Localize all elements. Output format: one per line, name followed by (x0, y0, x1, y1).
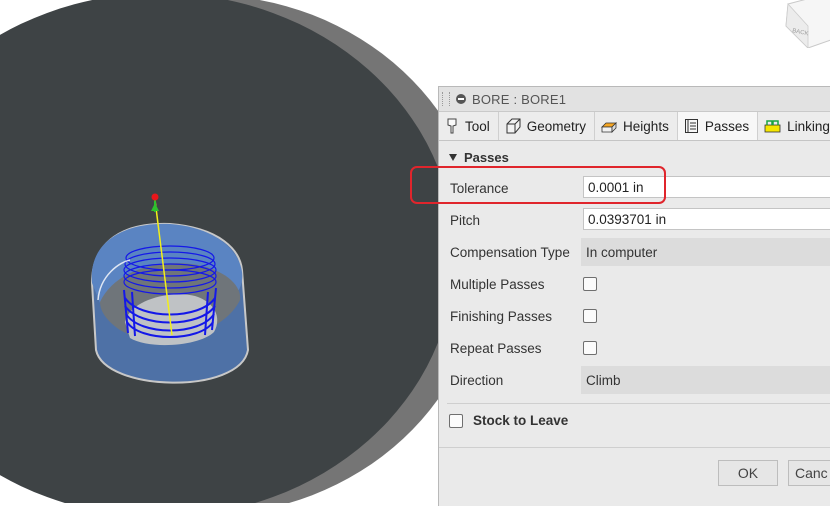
dialog-titlebar[interactable]: BORE : BORE1 (439, 87, 830, 112)
tab-heights-label: Heights (623, 118, 669, 134)
direction-row: Direction Climb (439, 365, 830, 397)
direction-label: Direction (450, 373, 504, 388)
stock-to-leave-row[interactable]: Stock to Leave (449, 413, 568, 428)
tolerance-label: Tolerance (450, 181, 509, 196)
tab-linking[interactable]: Linking (758, 112, 830, 140)
section-title: Passes (464, 150, 509, 165)
tab-tool-label: Tool (465, 118, 490, 134)
tab-bar: Tool Geometry Heights Passes Linking (439, 112, 830, 141)
tab-passes-label: Passes (704, 118, 750, 134)
tool-icon (447, 118, 457, 134)
tolerance-row: Tolerance (439, 173, 830, 205)
compensation-row: Compensation Type In computer (439, 237, 830, 269)
cancel-button[interactable]: Canc (788, 460, 830, 486)
tab-passes[interactable]: Passes (677, 112, 759, 140)
viewcube[interactable]: BACK (778, 0, 830, 48)
repeat-passes-label: Repeat Passes (450, 341, 542, 356)
bore-dialog: BORE : BORE1 Tool Geometry Heights Passe… (438, 86, 830, 506)
finishing-passes-checkbox[interactable] (583, 309, 597, 323)
compensation-label: Compensation Type (450, 245, 570, 260)
compensation-dropdown[interactable]: In computer (581, 238, 830, 266)
repeat-passes-row: Repeat Passes (439, 333, 830, 365)
direction-dropdown[interactable]: Climb (581, 366, 830, 394)
finishing-passes-label: Finishing Passes (450, 309, 553, 324)
heights-icon (601, 122, 618, 133)
multiple-passes-label: Multiple Passes (450, 277, 545, 292)
tolerance-input[interactable] (583, 176, 830, 198)
stock-to-leave-checkbox[interactable] (449, 413, 463, 428)
dialog-title: BORE : BORE1 (472, 91, 567, 107)
multiple-passes-checkbox[interactable] (583, 277, 597, 291)
tab-heights[interactable]: Heights (595, 112, 678, 140)
finishing-passes-row: Finishing Passes (439, 301, 830, 333)
tab-geometry-label: Geometry (526, 118, 587, 134)
pitch-input[interactable] (583, 208, 830, 230)
repeat-passes-checkbox[interactable] (583, 341, 597, 355)
expand-triangle-icon (449, 154, 457, 161)
bore-feature[interactable] (90, 222, 250, 384)
pitch-row: Pitch (439, 205, 830, 237)
linking-icon (764, 120, 781, 133)
collapse-icon[interactable] (456, 94, 466, 104)
passes-icon (684, 119, 698, 133)
tab-linking-label: Linking (787, 118, 830, 134)
footer-divider (439, 447, 830, 448)
geometry-icon (506, 118, 521, 134)
passes-section-header[interactable]: Passes (449, 150, 509, 165)
drag-grip-icon[interactable] (442, 92, 450, 106)
ok-button[interactable]: OK (718, 460, 778, 486)
tab-tool[interactable]: Tool (439, 112, 499, 140)
divider (447, 403, 830, 404)
stock-to-leave-label: Stock to Leave (473, 413, 569, 428)
tab-geometry[interactable]: Geometry (499, 112, 596, 140)
pitch-label: Pitch (450, 213, 481, 228)
multiple-passes-row: Multiple Passes (439, 269, 830, 301)
